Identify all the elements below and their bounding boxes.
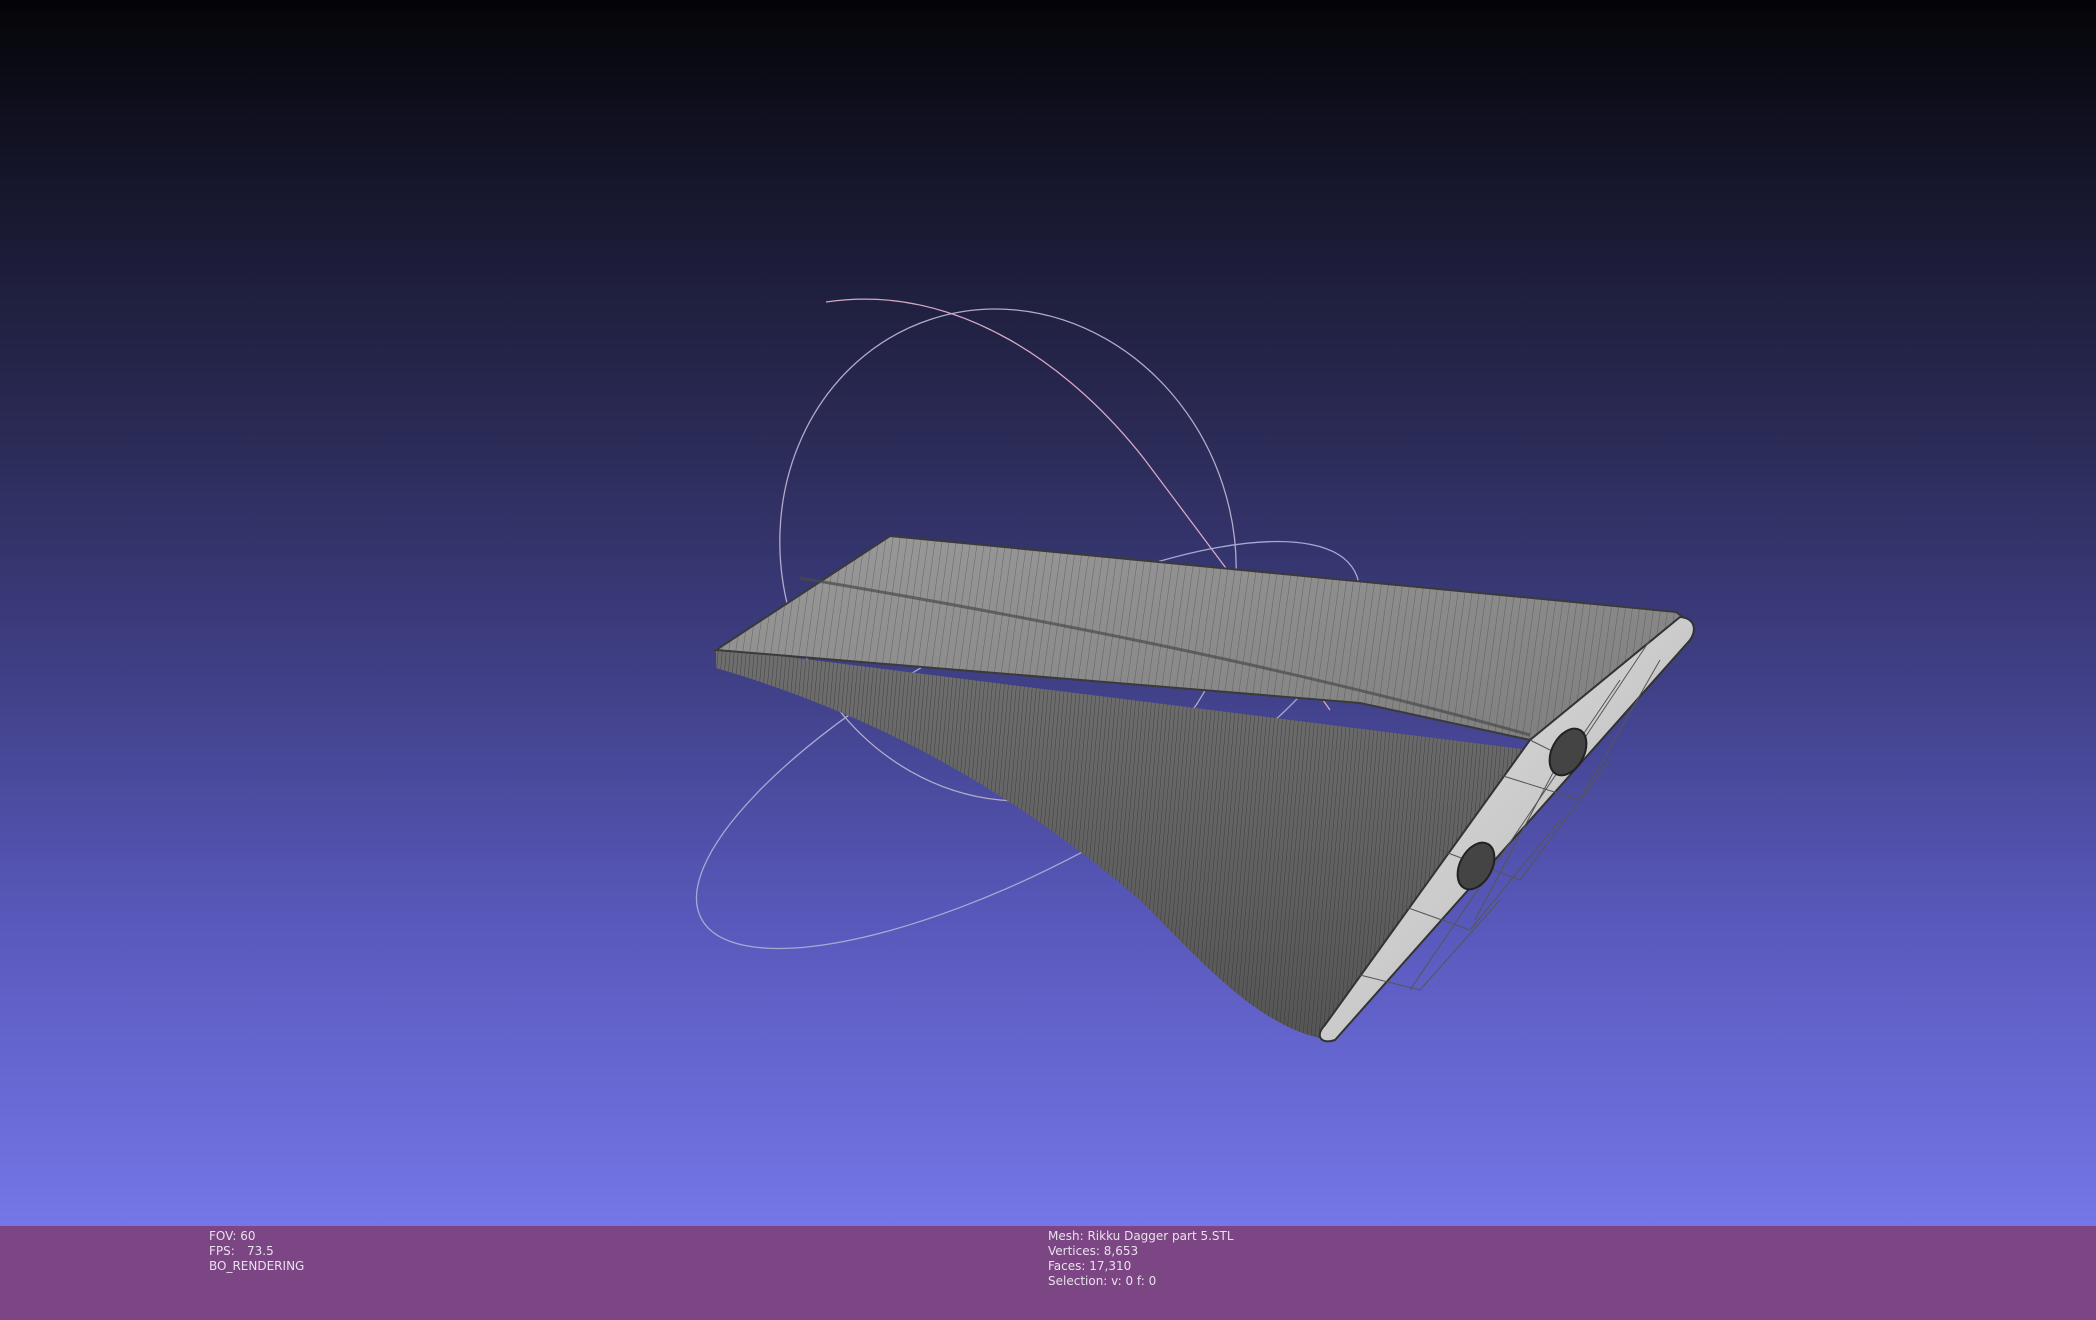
mesh-name-line: Mesh: Rikku Dagger part 5.STL bbox=[1048, 1229, 1234, 1244]
mesh-name: Rikku Dagger part 5.STL bbox=[1087, 1229, 1234, 1243]
selection-line: Selection: v: 0 f: 0 bbox=[1048, 1274, 1234, 1289]
fov-value: 60 bbox=[240, 1229, 256, 1243]
fps-value: 73.5 bbox=[247, 1244, 274, 1258]
mesh-scene[interactable] bbox=[0, 0, 2096, 1226]
faces-value: 17,310 bbox=[1089, 1259, 1132, 1273]
render-info: FOV: 60 FPS: 73.5 BO_RENDERING bbox=[209, 1229, 304, 1274]
render-mode: BO_RENDERING bbox=[209, 1259, 305, 1273]
selection-value: v: 0 f: 0 bbox=[1111, 1274, 1157, 1288]
mesh-label: Mesh: bbox=[1048, 1229, 1084, 1243]
selection-label: Selection: bbox=[1048, 1274, 1108, 1288]
fps-label: FPS: bbox=[209, 1244, 235, 1258]
faces-line: Faces: 17,310 bbox=[1048, 1259, 1234, 1274]
mesh-info: Mesh: Rikku Dagger part 5.STL Vertices: … bbox=[1048, 1229, 1234, 1289]
fov-line: FOV: 60 bbox=[209, 1229, 304, 1244]
3d-viewport[interactable] bbox=[0, 0, 2096, 1226]
mesh-model[interactable] bbox=[713, 534, 1695, 1043]
vertices-label: Vertices: bbox=[1048, 1244, 1100, 1258]
fps-line: FPS: 73.5 bbox=[209, 1244, 304, 1259]
fov-label: FOV: bbox=[209, 1229, 237, 1243]
vertices-line: Vertices: 8,653 bbox=[1048, 1244, 1234, 1259]
status-bar: FOV: 60 FPS: 73.5 BO_RENDERING Mesh: Rikk… bbox=[0, 1226, 2096, 1320]
faces-label: Faces: bbox=[1048, 1259, 1086, 1273]
vertices-value: 8,653 bbox=[1103, 1244, 1139, 1258]
